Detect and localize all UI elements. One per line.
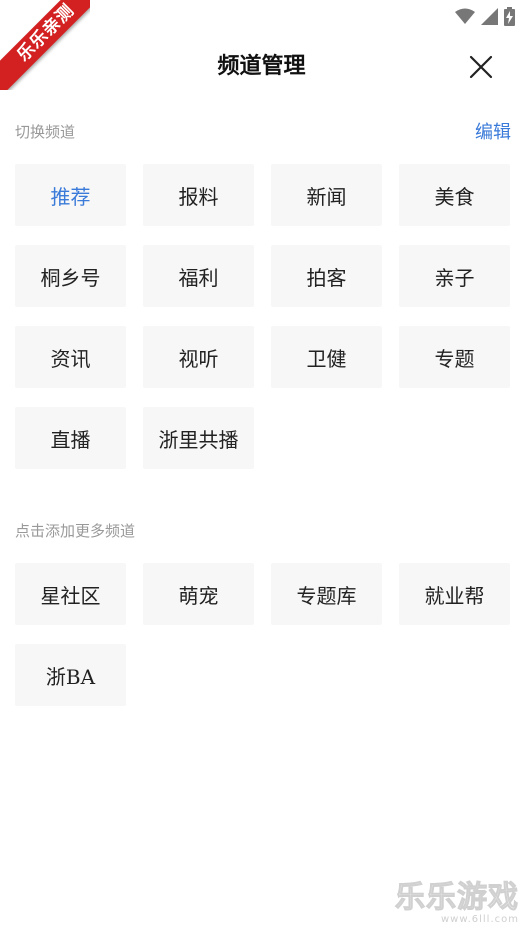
my-channels-title: 切换频道: [15, 123, 76, 141]
wifi-icon: [455, 8, 475, 24]
more-channels-header: 点击添加更多频道: [15, 520, 511, 544]
status-icons: [455, 7, 515, 26]
close-icon: [469, 55, 493, 79]
close-button[interactable]: [464, 50, 498, 84]
battery-charging-icon: [504, 7, 515, 26]
more-channels-title: 点击添加更多频道: [15, 522, 136, 540]
edit-button[interactable]: 编辑: [475, 118, 511, 144]
more-channels-grid: 星社区 萌宠 专题库 就业帮浙BA: [15, 563, 510, 706]
watermark: 乐乐游戏 www.6lll.com: [395, 880, 519, 925]
channel-chip[interactable]: 直播: [15, 407, 126, 469]
my-channels-grid: 推荐 报料 新闻 美食桐乡号 福利 拍客 亲子资讯 视听 卫健 专题直播 浙里共播: [15, 164, 510, 469]
watermark-url: www.6lll.com: [440, 914, 519, 925]
channel-chip[interactable]: 视听: [143, 326, 254, 388]
channel-chip[interactable]: 桐乡号: [15, 245, 126, 307]
add-channel-chip[interactable]: 就业帮: [399, 563, 510, 625]
channel-chip[interactable]: 拍客: [271, 245, 382, 307]
channel-chip[interactable]: 专题: [399, 326, 510, 388]
channel-chip[interactable]: 卫健: [271, 326, 382, 388]
channel-chip[interactable]: 资讯: [15, 326, 126, 388]
add-channel-chip[interactable]: 浙BA: [15, 644, 126, 706]
channel-chip[interactable]: 报料: [143, 164, 254, 226]
channel-chip[interactable]: 新闻: [271, 164, 382, 226]
add-channel-chip[interactable]: 星社区: [15, 563, 126, 625]
corner-badge-text: 乐乐亲测: [0, 0, 90, 90]
add-channel-chip[interactable]: 萌宠: [143, 563, 254, 625]
channel-chip[interactable]: 美食: [399, 164, 510, 226]
signal-icon: [481, 8, 498, 25]
my-channels-header: 切换频道 编辑: [15, 121, 511, 145]
add-channel-chip[interactable]: 专题库: [271, 563, 382, 625]
channel-chip[interactable]: 推荐: [15, 164, 126, 226]
corner-badge: 乐乐亲测: [0, 0, 90, 90]
channel-chip[interactable]: 浙里共播: [143, 407, 254, 469]
channel-chip[interactable]: 福利: [143, 245, 254, 307]
channel-chip[interactable]: 亲子: [399, 245, 510, 307]
watermark-title: 乐乐游戏: [395, 880, 519, 915]
